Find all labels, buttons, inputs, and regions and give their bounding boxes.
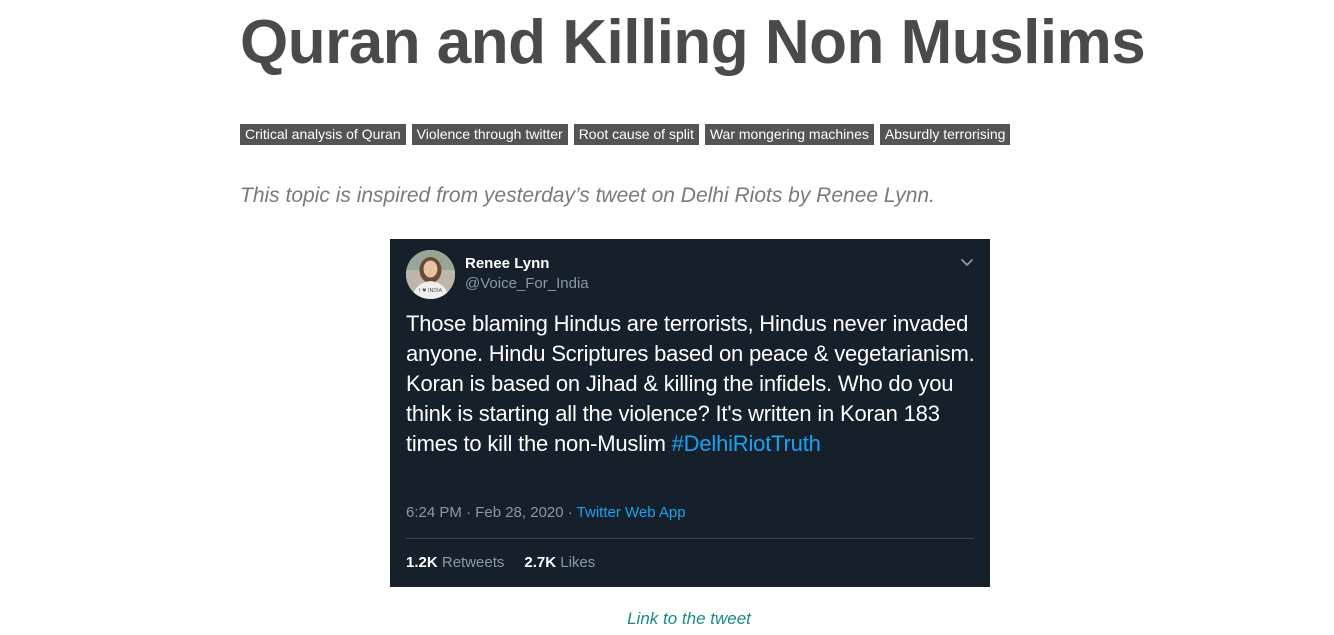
avatar[interactable]: I ♥ INDIA (406, 250, 455, 299)
tweet-author-name[interactable]: Renee Lynn (465, 254, 549, 274)
tweet-author-handle[interactable]: @Voice_For_India (465, 274, 589, 294)
tweet-source[interactable]: Twitter Web App (577, 504, 686, 521)
tweet-divider (406, 538, 974, 539)
article-intro: This topic is inspired from yesterday’s … (240, 184, 935, 207)
tweet-meta: 6:24 PM · Feb 28, 2020 · Twitter Web App (406, 503, 686, 523)
tag-war-mongering[interactable]: War mongering machines (704, 124, 874, 145)
likes-count: 2.7K (524, 554, 557, 571)
tweet-body: Those blaming Hindus are terrorists, Hin… (406, 309, 978, 459)
link-to-tweet[interactable]: Link to the tweet (0, 607, 1334, 631)
tweet-stats: 1.2K Retweets 2.7K Likes (406, 553, 595, 573)
tweet-timestamp[interactable]: 6:24 PM · Feb 28, 2020 · (406, 504, 577, 521)
retweets-count: 1.2K (406, 554, 438, 571)
tag-critical-analysis[interactable]: Critical analysis of Quran (240, 124, 406, 145)
likes-stat[interactable]: 2.7K Likes (524, 553, 595, 573)
tag-list: Critical analysis of Quran Violence thro… (240, 124, 1011, 145)
avatar-shirt-text: I ♥ INDIA (419, 288, 443, 294)
retweets-stat[interactable]: 1.2K Retweets (406, 553, 504, 573)
embedded-tweet[interactable]: I ♥ INDIA Renee Lynn @Voice_For_India Th… (390, 239, 990, 587)
article-page: Quran and Killing Non Muslims Critical a… (0, 0, 1334, 635)
avatar-image: I ♥ INDIA (406, 250, 455, 299)
retweets-label: Retweets (441, 554, 505, 571)
tag-root-cause[interactable]: Root cause of split (573, 124, 699, 145)
tag-absurdly-terrorising[interactable]: Absurdly terrorising (879, 124, 1011, 145)
article-title: Quran and Killing Non Muslims (240, 8, 1146, 77)
chevron-down-icon[interactable] (958, 253, 976, 271)
tag-violence-through-twitter[interactable]: Violence through twitter (411, 124, 568, 145)
tweet-hashtag[interactable]: #DelhiRiotTruth (672, 431, 821, 456)
likes-label: Likes (560, 554, 596, 571)
